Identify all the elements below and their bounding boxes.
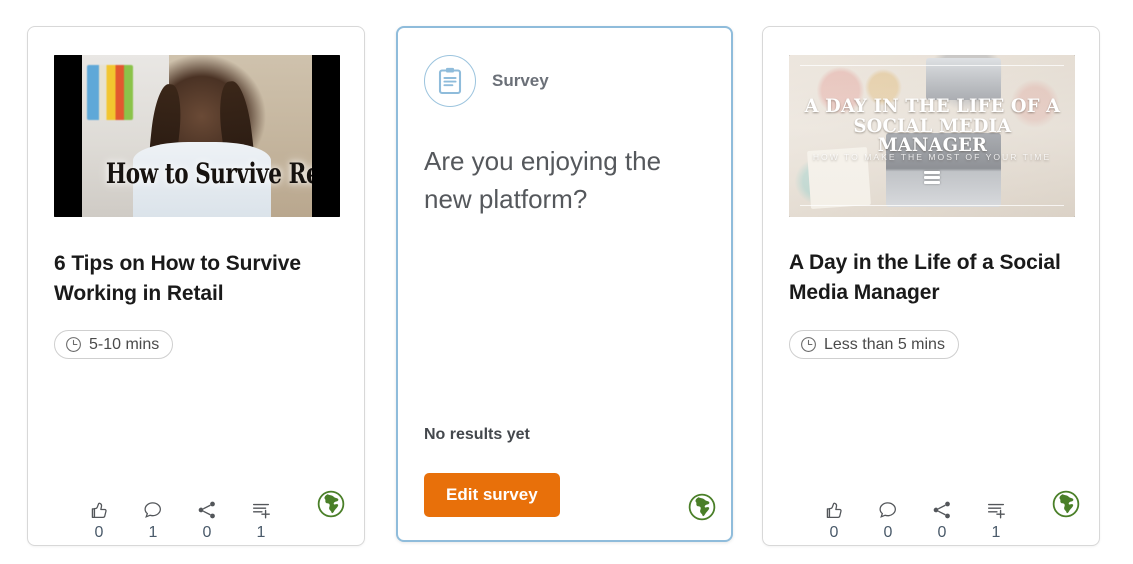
comment-count: 0 [883, 524, 893, 541]
thumbnail-title: A DAY IN THE LIFE OF A SOCIAL MEDIA MANA… [802, 97, 1063, 156]
thumbnail-title-line-2: SOCIAL MEDIA MANAGER [853, 115, 1011, 157]
action-comment[interactable]: 1 [136, 497, 170, 541]
clock-icon [801, 337, 816, 352]
add-to-list-count: 1 [256, 524, 266, 541]
content-card-video[interactable]: How to Survive Retail 6 Tips on How to S… [27, 26, 365, 546]
share-count: 0 [202, 524, 212, 541]
like-count: 0 [94, 524, 104, 541]
duration-badge: 5-10 mins [54, 330, 174, 359]
action-like[interactable]: 0 [817, 497, 851, 541]
card-title: A Day in the Life of a Social Media Mana… [789, 251, 1061, 305]
content-cards-board: How to Survive Retail 6 Tips on How to S… [0, 0, 1133, 564]
action-add-to-list[interactable]: 1 [244, 497, 278, 541]
globe-icon [687, 492, 717, 522]
add-to-list-icon [250, 497, 272, 523]
survey-card[interactable]: Survey Are you enjoying the new platform… [396, 26, 733, 542]
divider-bottom [800, 204, 1064, 206]
content-card-article[interactable]: A DAY IN THE LIFE OF A SOCIAL MEDIA MANA… [762, 26, 1100, 546]
action-share[interactable]: 0 [925, 497, 959, 541]
action-add-to-list[interactable]: 1 [979, 497, 1013, 541]
action-share[interactable]: 0 [190, 497, 224, 541]
globe-icon [316, 489, 346, 519]
add-to-list-count: 1 [991, 524, 1001, 541]
action-like[interactable]: 0 [82, 497, 116, 541]
duration-text: Less than 5 mins [824, 335, 945, 353]
card-actions: 0 1 0 1 [82, 497, 278, 541]
duration-badge: Less than 5 mins [789, 330, 959, 359]
comment-count: 1 [148, 524, 158, 541]
card-actions: 0 0 0 1 [817, 497, 1013, 541]
clock-icon [66, 337, 81, 352]
survey-question: Are you enjoying the new platform? [424, 146, 662, 214]
stacked-layers-icon [924, 171, 940, 185]
duration-text: 5-10 mins [89, 335, 160, 353]
video-thumbnail[interactable]: How to Survive Retail [54, 55, 340, 217]
clipboard-icon [424, 55, 476, 107]
survey-label: Survey [492, 71, 549, 90]
comment-icon [877, 497, 899, 523]
survey-results-status: No results yet [424, 426, 530, 443]
share-icon [931, 497, 953, 523]
thumbnail-subtitle: HOW TO MAKE THE MOST OF YOUR TIME [812, 152, 1052, 163]
comment-icon [142, 497, 164, 523]
thumbs-up-icon [88, 497, 110, 523]
edit-survey-button[interactable]: Edit survey [424, 473, 560, 517]
add-to-list-icon [985, 497, 1007, 523]
globe-icon [1051, 489, 1081, 519]
card-title: 6 Tips on How to Survive Working in Reta… [54, 252, 301, 306]
survey-header: Survey [424, 55, 549, 107]
action-comment[interactable]: 0 [871, 497, 905, 541]
thumbs-up-icon [823, 497, 845, 523]
share-count: 0 [937, 524, 947, 541]
video-thumbnail-caption: How to Survive Retail [106, 157, 312, 190]
thumbnail-title-line-1: A DAY IN THE LIFE OF A [804, 96, 1060, 118]
divider-top [800, 64, 1064, 66]
share-icon [196, 497, 218, 523]
like-count: 0 [829, 524, 839, 541]
article-thumbnail[interactable]: A DAY IN THE LIFE OF A SOCIAL MEDIA MANA… [789, 55, 1075, 217]
video-frame-image: How to Survive Retail [82, 55, 312, 217]
